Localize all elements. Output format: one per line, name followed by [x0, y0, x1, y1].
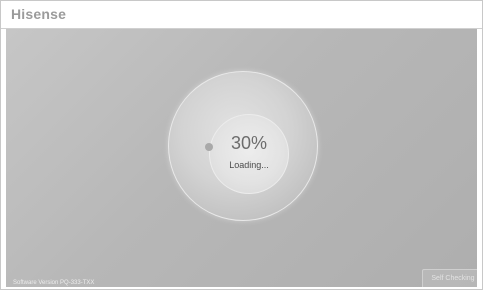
loading-status: Loading... [229, 160, 269, 170]
progress-ring [209, 114, 289, 194]
hisense-logo: Hisense [11, 6, 67, 22]
self-checking-button[interactable]: Self Checking [422, 269, 477, 287]
tv-frame: Hisense 30% Loading... Software Version … [0, 0, 483, 290]
top-bar: Hisense [1, 1, 482, 29]
software-version: Software Version PQ-333-TXX [13, 280, 95, 286]
progress-percent: 30% [230, 133, 268, 153]
loading-screen: 30% Loading... Software Version PQ-333-T… [6, 29, 477, 287]
